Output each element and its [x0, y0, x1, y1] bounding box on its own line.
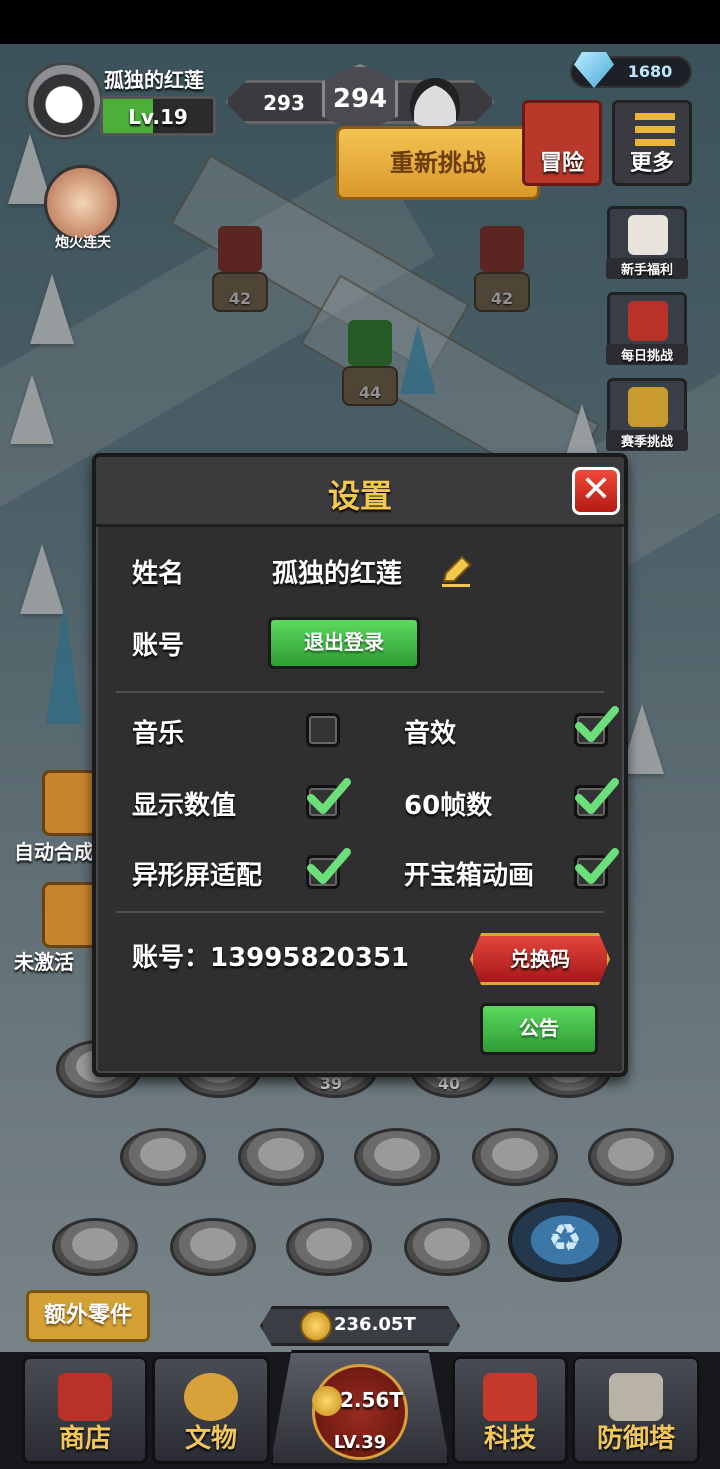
nav-shop[interactable]: 商店	[22, 1356, 148, 1464]
name-value: 孤独的红莲	[272, 559, 403, 589]
name-label: 姓名	[132, 559, 185, 589]
nav-label: 文物	[184, 1424, 237, 1454]
fps-label: 60帧数	[404, 791, 493, 821]
sfx-checkbox[interactable]	[574, 706, 619, 747]
show-values-label: 显示数值	[132, 791, 237, 821]
merge-slot[interactable]	[588, 1128, 674, 1186]
fps-checkbox[interactable]	[574, 778, 619, 819]
chest-anim-checkbox[interactable]	[574, 848, 619, 889]
show-values-checkbox[interactable]	[306, 778, 351, 819]
nav-label: 防御塔	[596, 1424, 675, 1454]
coin-count: 236.05T	[334, 1314, 416, 1335]
merge-slot[interactable]	[404, 1218, 490, 1276]
side-button-newbie[interactable]: 新手福利	[606, 206, 688, 279]
avatar[interactable]	[25, 62, 103, 140]
side-button-label: 每日挑战	[606, 344, 688, 365]
nav-tech[interactable]: 科技	[452, 1356, 568, 1464]
dialog-header: 设置 ✕	[96, 457, 624, 527]
notch-label: 异形屏适配	[132, 861, 263, 891]
close-icon: ✕	[580, 469, 612, 510]
gem-count: 1680	[627, 62, 673, 81]
check-icon	[307, 778, 351, 814]
check-icon	[307, 848, 351, 884]
check-icon	[575, 778, 619, 814]
notch-checkbox[interactable]	[306, 848, 351, 889]
status-bar	[0, 0, 720, 44]
crossed-swords-icon	[628, 301, 668, 341]
more-button[interactable]: 更多	[612, 100, 692, 186]
check-icon	[575, 706, 619, 742]
build-cost: 2.56T	[340, 1388, 403, 1412]
more-label: 更多	[629, 151, 674, 176]
logout-button[interactable]: 退出登录	[268, 617, 420, 669]
adventure-button[interactable]: 冒险	[522, 100, 602, 186]
coin-icon	[312, 1386, 342, 1416]
check-icon	[575, 848, 619, 884]
nav-label: 科技	[483, 1424, 536, 1454]
merge-slot[interactable]	[238, 1128, 324, 1186]
level-bar: Lv.19	[100, 96, 216, 136]
player-name: 孤独的红莲	[104, 68, 204, 92]
adventure-label: 冒险	[539, 151, 584, 176]
side-button-daily[interactable]: 每日挑战	[606, 292, 688, 365]
chest-anim-label: 开宝箱动画	[404, 861, 535, 891]
extra-parts-button[interactable]: 额外零件	[26, 1290, 150, 1342]
retry-button[interactable]: 重新挑战	[336, 126, 540, 200]
stage-prev[interactable]: 293	[256, 80, 312, 126]
music-label: 音乐	[132, 719, 185, 749]
merge-slot[interactable]	[170, 1218, 256, 1276]
nav-tower[interactable]: 防御塔	[572, 1356, 700, 1464]
settings-dialog: 设置 ✕ 姓名 孤独的红莲 账号 退出登录 音乐 音效 显示数值 60帧数 异形…	[92, 453, 628, 1077]
tech-icon	[483, 1373, 537, 1421]
merge-slot[interactable]	[472, 1128, 558, 1186]
notice-button[interactable]: 公告	[480, 1003, 598, 1055]
nav-artifact[interactable]: 文物	[152, 1356, 270, 1464]
level-text: Lv.19	[128, 105, 188, 129]
artifact-icon	[184, 1373, 238, 1421]
divider	[116, 691, 604, 693]
merge-slot[interactable]	[354, 1128, 440, 1186]
skill-button[interactable]	[44, 165, 120, 241]
calendar-icon	[628, 215, 668, 255]
merge-slot[interactable]	[286, 1218, 372, 1276]
merge-slot[interactable]	[52, 1218, 138, 1276]
nav-label: 商店	[58, 1424, 111, 1454]
recycle-icon: ♻	[547, 1216, 583, 1260]
build-level: LV.39	[333, 1432, 387, 1453]
merge-slot[interactable]	[120, 1128, 206, 1186]
boss-skull-icon[interactable]	[410, 78, 460, 126]
dialog-title: 设置	[327, 477, 392, 515]
side-button-label: 新手福利	[606, 258, 688, 279]
coin-icon	[300, 1310, 332, 1342]
skill-label: 炮火连天	[55, 235, 111, 251]
close-button[interactable]: ✕	[572, 467, 620, 515]
account-label: 账号	[132, 631, 185, 661]
pencil-icon[interactable]	[438, 553, 474, 589]
side-button-label: 赛季挑战	[606, 430, 688, 451]
tower-icon	[609, 1373, 663, 1421]
shop-icon	[58, 1373, 112, 1421]
menu-icon	[635, 113, 675, 147]
side-button-season[interactable]: 赛季挑战	[606, 378, 688, 451]
sfx-label: 音效	[404, 719, 457, 749]
trophy-icon	[628, 387, 668, 427]
music-checkbox[interactable]	[306, 713, 340, 747]
account-number: 账号：13995820351	[132, 943, 409, 973]
redeem-code-button[interactable]: 兑换码	[470, 933, 610, 985]
divider	[116, 911, 604, 913]
